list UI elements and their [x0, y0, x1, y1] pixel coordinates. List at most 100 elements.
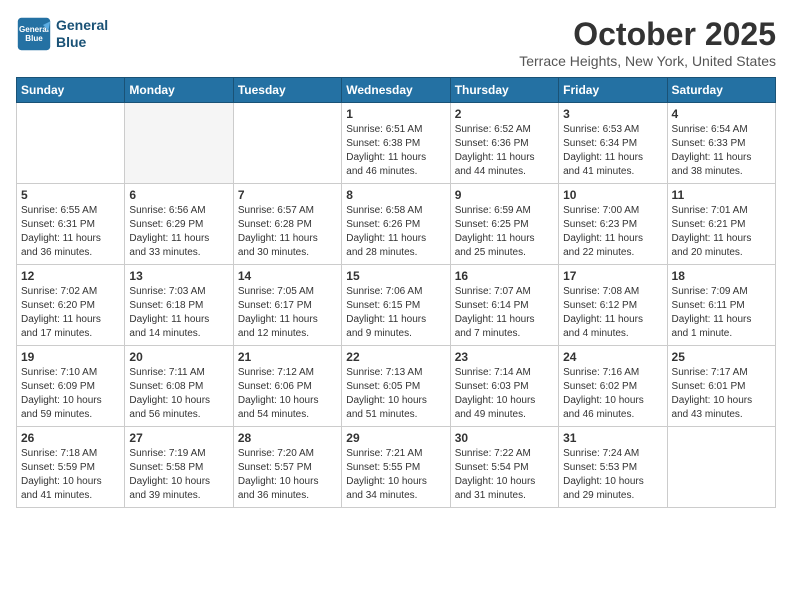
day-cell: 6Sunrise: 6:56 AM Sunset: 6:29 PM Daylig…	[125, 184, 233, 265]
week-row-3: 12 Sunrise: 7:02 AM Sunset: 6:20 PM Dayli…	[17, 265, 776, 346]
day-number: 12	[21, 269, 120, 283]
day-number: 23	[455, 350, 554, 364]
day-info: Sunrise: 6:59 AM Sunset: 6:25 PM Dayligh…	[455, 204, 554, 260]
day-cell: 16 Sunrise: 7:07 AM Sunset: 6:14 PM Dayli…	[450, 265, 558, 346]
day-info: Sunrise: 7:10 AM Sunset: 6:09 PM Dayligh…	[21, 366, 120, 422]
day-info: Sunrise: 7:09 AM Sunset: 6:11 PM Dayligh…	[672, 285, 771, 341]
svg-text:General: General	[19, 25, 49, 34]
day-info: Sunrise: 7:06 AM Sunset: 6:15 PM Dayligh…	[346, 285, 445, 341]
day-cell: 19 Sunrise: 7:10 AM Sunset: 6:09 PM Dayli…	[17, 346, 125, 427]
day-cell: 14Sunrise: 7:05 AM Sunset: 6:17 PM Dayli…	[233, 265, 341, 346]
day-cell: 13 Sunrise: 7:03 AM Sunset: 6:18 PM Dayli…	[125, 265, 233, 346]
day-cell: 30 Sunrise: 7:22 AM Sunset: 5:54 PM Dayli…	[450, 427, 558, 508]
day-cell	[233, 103, 341, 184]
day-cell: 21Sunrise: 7:12 AM Sunset: 6:06 PM Dayli…	[233, 346, 341, 427]
week-row-4: 19 Sunrise: 7:10 AM Sunset: 6:09 PM Dayli…	[17, 346, 776, 427]
day-number: 11	[672, 188, 771, 202]
logo-text: General Blue	[56, 17, 108, 51]
day-number: 22	[346, 350, 445, 364]
day-info: Sunrise: 7:07 AM Sunset: 6:14 PM Dayligh…	[455, 285, 554, 341]
day-cell	[667, 427, 775, 508]
day-number: 29	[346, 431, 445, 445]
day-info: Sunrise: 6:54 AM Sunset: 6:33 PM Dayligh…	[672, 123, 771, 179]
day-info: Sunrise: 7:03 AM Sunset: 6:18 PM Dayligh…	[129, 285, 228, 341]
day-number: 14	[238, 269, 337, 283]
week-row-5: 26Sunrise: 7:18 AM Sunset: 5:59 PM Dayli…	[17, 427, 776, 508]
header: General Blue General Blue October 2025 T…	[16, 16, 776, 69]
weekday-header-row: SundayMondayTuesdayWednesdayThursdayFrid…	[17, 78, 776, 103]
day-cell: 27 Sunrise: 7:19 AM Sunset: 5:58 PM Dayli…	[125, 427, 233, 508]
day-cell: 17Sunrise: 7:08 AM Sunset: 6:12 PM Dayli…	[559, 265, 667, 346]
day-info: Sunrise: 7:08 AM Sunset: 6:12 PM Dayligh…	[563, 285, 662, 341]
day-number: 9	[455, 188, 554, 202]
day-cell: 11Sunrise: 7:01 AM Sunset: 6:21 PM Dayli…	[667, 184, 775, 265]
day-number: 4	[672, 107, 771, 121]
day-number: 7	[238, 188, 337, 202]
day-cell: 18 Sunrise: 7:09 AM Sunset: 6:11 PM Dayli…	[667, 265, 775, 346]
logo-line1: General	[56, 17, 108, 33]
week-row-2: 5 Sunrise: 6:55 AM Sunset: 6:31 PM Daylig…	[17, 184, 776, 265]
svg-text:Blue: Blue	[25, 34, 43, 43]
day-number: 2	[455, 107, 554, 121]
day-info: Sunrise: 6:51 AM Sunset: 6:38 PM Dayligh…	[346, 123, 445, 179]
day-info: Sunrise: 7:12 AM Sunset: 6:06 PM Dayligh…	[238, 366, 337, 422]
location: Terrace Heights, New York, United States	[519, 53, 776, 69]
day-number: 27	[129, 431, 228, 445]
title-area: October 2025 Terrace Heights, New York, …	[519, 16, 776, 69]
day-cell: 25 Sunrise: 7:17 AM Sunset: 6:01 PM Dayli…	[667, 346, 775, 427]
weekday-header-wednesday: Wednesday	[342, 78, 450, 103]
day-info: Sunrise: 7:02 AM Sunset: 6:20 PM Dayligh…	[21, 285, 120, 341]
weekday-header-thursday: Thursday	[450, 78, 558, 103]
day-info: Sunrise: 7:19 AM Sunset: 5:58 PM Dayligh…	[129, 447, 228, 503]
day-info: Sunrise: 6:58 AM Sunset: 6:26 PM Dayligh…	[346, 204, 445, 260]
day-cell: 2 Sunrise: 6:52 AM Sunset: 6:36 PM Daylig…	[450, 103, 558, 184]
day-number: 24	[563, 350, 662, 364]
weekday-header-tuesday: Tuesday	[233, 78, 341, 103]
day-number: 25	[672, 350, 771, 364]
day-info: Sunrise: 6:52 AM Sunset: 6:36 PM Dayligh…	[455, 123, 554, 179]
day-cell: 1 Sunrise: 6:51 AM Sunset: 6:38 PM Daylig…	[342, 103, 450, 184]
day-number: 13	[129, 269, 228, 283]
day-info: Sunrise: 7:00 AM Sunset: 6:23 PM Dayligh…	[563, 204, 662, 260]
day-cell: 29 Sunrise: 7:21 AM Sunset: 5:55 PM Dayli…	[342, 427, 450, 508]
day-number: 16	[455, 269, 554, 283]
day-cell: 12 Sunrise: 7:02 AM Sunset: 6:20 PM Dayli…	[17, 265, 125, 346]
day-number: 26	[21, 431, 120, 445]
day-number: 18	[672, 269, 771, 283]
weekday-header-monday: Monday	[125, 78, 233, 103]
day-cell: 4 Sunrise: 6:54 AM Sunset: 6:33 PM Daylig…	[667, 103, 775, 184]
day-info: Sunrise: 6:55 AM Sunset: 6:31 PM Dayligh…	[21, 204, 120, 260]
day-cell: 8Sunrise: 6:58 AM Sunset: 6:26 PM Daylig…	[342, 184, 450, 265]
day-number: 1	[346, 107, 445, 121]
day-info: Sunrise: 7:21 AM Sunset: 5:55 PM Dayligh…	[346, 447, 445, 503]
day-number: 28	[238, 431, 337, 445]
day-cell: 20Sunrise: 7:11 AM Sunset: 6:08 PM Dayli…	[125, 346, 233, 427]
day-cell: 26Sunrise: 7:18 AM Sunset: 5:59 PM Dayli…	[17, 427, 125, 508]
weekday-header-saturday: Saturday	[667, 78, 775, 103]
day-cell: 9 Sunrise: 6:59 AM Sunset: 6:25 PM Daylig…	[450, 184, 558, 265]
day-number: 30	[455, 431, 554, 445]
day-cell: 31Sunrise: 7:24 AM Sunset: 5:53 PM Dayli…	[559, 427, 667, 508]
day-cell: 10 Sunrise: 7:00 AM Sunset: 6:23 PM Dayli…	[559, 184, 667, 265]
day-info: Sunrise: 7:14 AM Sunset: 6:03 PM Dayligh…	[455, 366, 554, 422]
day-info: Sunrise: 7:13 AM Sunset: 6:05 PM Dayligh…	[346, 366, 445, 422]
day-number: 19	[21, 350, 120, 364]
day-number: 31	[563, 431, 662, 445]
logo: General Blue General Blue	[16, 16, 108, 52]
day-number: 6	[129, 188, 228, 202]
day-cell	[17, 103, 125, 184]
day-cell: 5 Sunrise: 6:55 AM Sunset: 6:31 PM Daylig…	[17, 184, 125, 265]
calendar: SundayMondayTuesdayWednesdayThursdayFrid…	[16, 77, 776, 508]
logo-line2: Blue	[56, 34, 86, 50]
week-row-1: 1 Sunrise: 6:51 AM Sunset: 6:38 PM Daylig…	[17, 103, 776, 184]
month-title: October 2025	[519, 16, 776, 53]
day-number: 10	[563, 188, 662, 202]
day-cell: 3Sunrise: 6:53 AM Sunset: 6:34 PM Daylig…	[559, 103, 667, 184]
day-info: Sunrise: 7:22 AM Sunset: 5:54 PM Dayligh…	[455, 447, 554, 503]
day-info: Sunrise: 7:17 AM Sunset: 6:01 PM Dayligh…	[672, 366, 771, 422]
day-info: Sunrise: 7:20 AM Sunset: 5:57 PM Dayligh…	[238, 447, 337, 503]
day-number: 15	[346, 269, 445, 283]
weekday-header-friday: Friday	[559, 78, 667, 103]
day-number: 5	[21, 188, 120, 202]
day-cell: 24Sunrise: 7:16 AM Sunset: 6:02 PM Dayli…	[559, 346, 667, 427]
